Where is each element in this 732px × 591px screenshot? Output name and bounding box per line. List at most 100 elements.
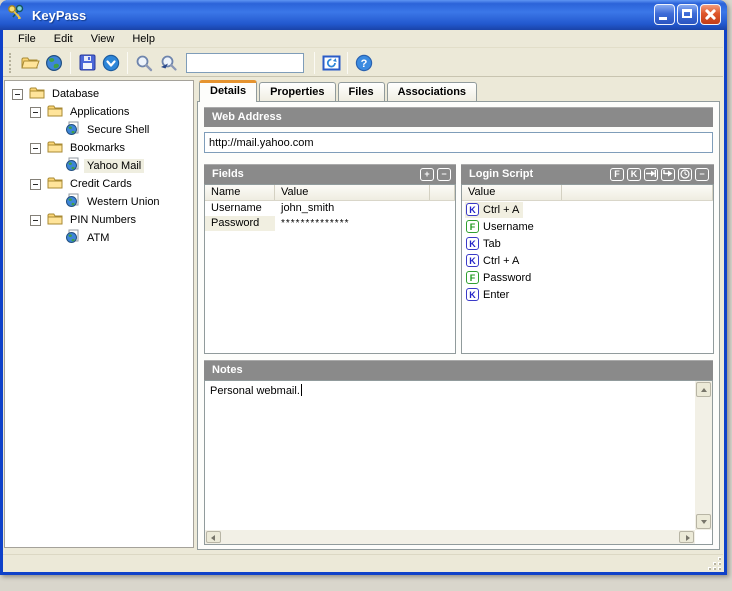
column-name[interactable]: Name — [205, 185, 275, 200]
script-row[interactable]: K Enter — [462, 286, 713, 303]
tree-item-secure-shell[interactable]: Secure Shell — [5, 121, 193, 139]
add-field-token-button[interactable]: F — [610, 168, 624, 181]
script-row[interactable]: K Tab — [462, 235, 713, 252]
tree-item-database[interactable]: Database — [5, 85, 193, 103]
svg-text:?: ? — [361, 58, 368, 70]
fields-column-headers: Name Value — [205, 185, 455, 201]
script-row[interactable]: K Ctrl + A — [462, 201, 713, 218]
menu-edit[interactable]: Edit — [45, 31, 82, 47]
scroll-left-button[interactable] — [206, 531, 221, 543]
menu-view[interactable]: View — [82, 31, 124, 47]
search-input[interactable] — [186, 52, 304, 73]
script-row[interactable]: K Ctrl + A — [462, 252, 713, 269]
add-enter-token-button[interactable] — [661, 168, 675, 181]
new-entry-button[interactable] — [42, 52, 66, 74]
tab-strip: Details Properties Files Associations — [199, 80, 478, 102]
folder-icon — [47, 104, 63, 120]
field-row-username[interactable]: Username john_smith — [205, 201, 455, 216]
tree-item-bookmarks[interactable]: Bookmarks — [5, 139, 193, 157]
titlebar[interactable]: KeyPass — [0, 0, 727, 30]
notes-textarea[interactable]: Personal webmail. — [205, 381, 695, 530]
add-delay-token-button[interactable] — [678, 168, 692, 181]
toolbar-separator — [127, 51, 128, 74]
close-button[interactable] — [700, 4, 721, 25]
column-value[interactable]: Value — [275, 185, 430, 200]
tab-control: Details Properties Files Associations We… — [197, 80, 720, 550]
collapse-icon[interactable] — [30, 142, 41, 154]
help-icon: ? — [355, 54, 373, 71]
scroll-up-button[interactable] — [696, 382, 711, 397]
collapse-icon[interactable] — [30, 214, 41, 226]
left-arrow-icon — [211, 535, 215, 541]
blue-circle-chevron-icon — [102, 54, 120, 71]
tab-arrow-icon — [646, 170, 657, 177]
add-key-token-button[interactable]: K — [627, 168, 641, 181]
toolbar-separator — [70, 51, 71, 74]
enter-arrow-icon — [663, 170, 673, 177]
collapse-icon[interactable] — [30, 178, 41, 190]
login-script-list: Value K Ctrl + A F Username K Tab K Ctrl + A — [461, 184, 714, 354]
up-arrow-icon — [701, 388, 707, 392]
folder-icon — [47, 212, 63, 228]
tree-item-applications[interactable]: Applications — [5, 103, 193, 121]
tree-item-credit-cards[interactable]: Credit Cards — [5, 175, 193, 193]
tab-associations[interactable]: Associations — [386, 82, 478, 101]
collapse-icon[interactable] — [30, 106, 41, 118]
open-database-button[interactable] — [18, 52, 42, 74]
web-entry-icon — [65, 229, 80, 247]
key-token-icon: K — [466, 288, 479, 301]
add-tab-token-button[interactable] — [644, 168, 658, 181]
help-button[interactable]: ? — [352, 52, 376, 74]
save-button[interactable] — [75, 52, 99, 74]
folder-icon — [29, 86, 45, 102]
collapse-icon[interactable] — [12, 88, 23, 100]
web-address-header: Web Address — [204, 107, 713, 127]
client-area: Database Applications Secure Shell Bookm… — [3, 78, 723, 554]
tree-item-pin-numbers[interactable]: PIN Numbers — [5, 211, 193, 229]
login-script-header: Login Script F K − — [461, 164, 714, 184]
tree-item-atm[interactable]: ATM — [5, 229, 193, 247]
maximize-button[interactable] — [677, 4, 698, 25]
key-token-icon: K — [466, 203, 479, 216]
tab-files[interactable]: Files — [337, 82, 385, 101]
field-row-password[interactable]: Password ************** — [205, 216, 455, 231]
tree-item-yahoo-mail[interactable]: Yahoo Mail — [5, 157, 193, 175]
field-token-icon: F — [466, 271, 479, 284]
remove-field-button[interactable]: − — [437, 168, 451, 181]
tree-item-western-union[interactable]: Western Union — [5, 193, 193, 211]
auto-type-button[interactable] — [319, 52, 343, 74]
folder-icon — [47, 176, 63, 192]
open-folder-icon — [20, 57, 40, 69]
web-entry-icon — [65, 193, 80, 211]
entry-tree[interactable]: Database Applications Secure Shell Bookm… — [4, 80, 194, 548]
minimize-button[interactable] — [654, 4, 675, 25]
menu-help[interactable]: Help — [123, 31, 164, 47]
web-address-input[interactable] — [204, 132, 713, 153]
toolbar-grip[interactable] — [9, 52, 12, 73]
column-value[interactable]: Value — [462, 185, 562, 200]
scroll-right-button[interactable] — [679, 531, 694, 543]
details-tab-panel: Web Address Fields + − Name Value — [197, 101, 720, 550]
commit-button[interactable] — [99, 52, 123, 74]
search-button[interactable] — [132, 52, 156, 74]
notes-horizontal-scrollbar[interactable] — [205, 530, 695, 544]
notes-header: Notes — [204, 360, 713, 380]
remove-token-button[interactable]: − — [695, 168, 709, 181]
down-arrow-icon — [701, 520, 707, 524]
tab-details[interactable]: Details — [199, 80, 258, 102]
save-floppy-icon — [79, 54, 95, 71]
script-row[interactable]: F Password — [462, 269, 713, 286]
add-field-button[interactable]: + — [420, 168, 434, 181]
folder-icon — [47, 140, 63, 156]
scroll-down-button[interactable] — [696, 514, 711, 529]
notes-box: Personal webmail. — [204, 380, 713, 545]
script-row[interactable]: F Username — [462, 218, 713, 235]
search-next-button[interactable] — [156, 52, 180, 74]
menu-file[interactable]: File — [9, 31, 45, 47]
resize-grip[interactable] — [708, 557, 721, 570]
login-script-column-headers: Value — [462, 185, 713, 201]
web-entry-icon — [65, 157, 80, 175]
tab-properties[interactable]: Properties — [259, 82, 336, 101]
key-token-icon: K — [466, 237, 479, 250]
notes-vertical-scrollbar[interactable] — [695, 381, 712, 530]
